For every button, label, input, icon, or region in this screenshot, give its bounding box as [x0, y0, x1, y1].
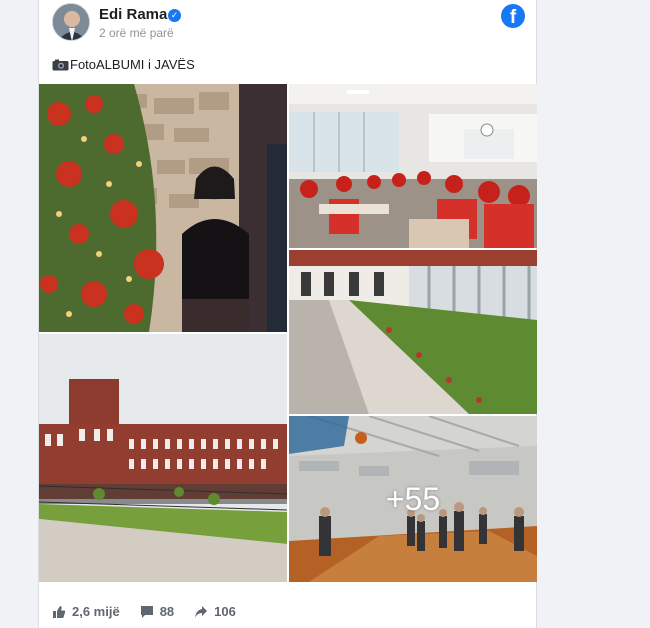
- avatar[interactable]: [52, 3, 90, 41]
- photo-1[interactable]: [39, 84, 287, 332]
- post-stats: 2,6 mijë 88 106: [52, 604, 256, 619]
- comment-icon: [140, 605, 154, 619]
- photo-5[interactable]: +55: [289, 416, 537, 582]
- verified-badge-icon: ✓: [168, 9, 181, 22]
- share-icon: [194, 605, 208, 619]
- likes-count[interactable]: 2,6 mijë: [52, 604, 120, 619]
- caption-text: FotoALBUMI i JAVËS: [70, 57, 195, 72]
- more-photos-overlay[interactable]: +55: [289, 416, 537, 582]
- photo-3[interactable]: [289, 250, 537, 414]
- camera-icon: [52, 59, 69, 71]
- photo-4[interactable]: [39, 334, 287, 582]
- like-icon: [52, 605, 66, 619]
- author-name[interactable]: Edi Rama: [99, 6, 167, 23]
- post-timestamp[interactable]: 2 orë më parë: [99, 26, 174, 40]
- photo-2[interactable]: [289, 84, 537, 248]
- shares-count[interactable]: 106: [194, 604, 236, 619]
- facebook-logo-icon[interactable]: f: [501, 4, 525, 28]
- post-caption: FotoALBUMI i JAVËS: [52, 57, 195, 72]
- comments-count[interactable]: 88: [140, 604, 174, 619]
